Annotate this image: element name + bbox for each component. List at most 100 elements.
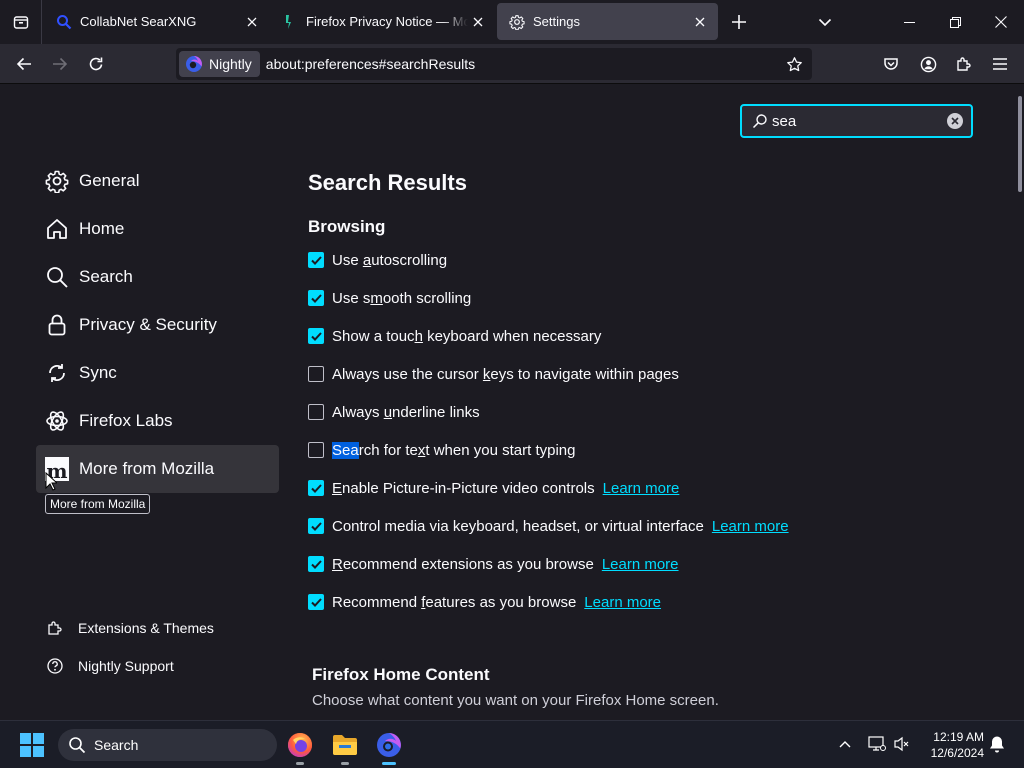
category-label: Search (79, 267, 133, 286)
volume-button[interactable] (891, 733, 913, 755)
url-text[interactable]: about:preferences#searchResults (266, 56, 780, 72)
smooth-scrolling-option[interactable]: Use smooth scrolling (308, 287, 471, 309)
option-label: Show a touch keyboard when necessary (332, 327, 602, 345)
find-as-you-type-option[interactable]: Search for text when you start typing (308, 439, 575, 461)
running-indicator (296, 762, 304, 765)
category-home[interactable]: Home (36, 205, 279, 253)
close-icon (995, 16, 1007, 28)
picture-in-picture-option[interactable]: Enable Picture-in-Picture video controls… (308, 477, 679, 499)
checkbox-unchecked[interactable] (308, 366, 324, 382)
mozilla-favicon-icon (282, 14, 298, 30)
checkbox-checked[interactable] (308, 594, 324, 610)
firefox-view-icon (13, 16, 28, 29)
close-icon[interactable] (242, 12, 262, 32)
firefox-view-button[interactable] (0, 0, 42, 44)
close-icon[interactable] (690, 12, 710, 32)
autoscroll-option[interactable]: Use autoscrolling (308, 249, 447, 271)
cursor-keys-option[interactable]: Always use the cursor keys to navigate w… (308, 363, 679, 385)
category-label: Sync (79, 363, 117, 382)
nightly-support-link[interactable]: Nightly Support (46, 654, 174, 678)
clock-date: 12/6/2024 (930, 746, 984, 760)
bookmark-star-button[interactable] (780, 50, 808, 78)
checkbox-checked[interactable] (308, 328, 324, 344)
checkbox-checked[interactable] (308, 480, 324, 496)
minimize-button[interactable] (886, 0, 932, 44)
taskbar-clock[interactable]: 12:19 AM 12/6/2024 (922, 729, 984, 761)
tab-title: Firefox Privacy Notice — Mozilla (306, 14, 468, 29)
chevron-down-icon (818, 18, 832, 27)
network-button[interactable] (866, 733, 888, 755)
option-label: Enable Picture-in-Picture video controls (332, 479, 595, 497)
media-control-option[interactable]: Control media via keyboard, headset, or … (308, 515, 789, 537)
learn-more-link[interactable]: Learn more (584, 594, 661, 611)
restore-icon (949, 16, 961, 28)
volume-muted-icon (894, 736, 909, 752)
arrow-right-icon (53, 57, 68, 71)
search-query[interactable]: sea (772, 113, 947, 130)
checkbox-checked[interactable] (308, 290, 324, 306)
notifications-button[interactable] (986, 733, 1008, 755)
windows-start-button[interactable] (20, 733, 44, 757)
option-label: Use autoscrolling (332, 251, 448, 269)
extensions-button[interactable] (950, 50, 978, 78)
checkbox-checked[interactable] (308, 556, 324, 572)
tab-title: Settings (533, 14, 580, 29)
lock-icon (44, 312, 70, 338)
url-bar[interactable]: Nightly about:preferences#searchResults (176, 48, 812, 80)
account-button[interactable] (914, 50, 942, 78)
new-tab-button[interactable] (726, 9, 752, 35)
learn-more-link[interactable]: Learn more (712, 518, 789, 535)
list-all-tabs-button[interactable] (812, 9, 838, 35)
back-button[interactable] (10, 50, 38, 78)
forward-button[interactable] (46, 50, 74, 78)
taskbar-nightly-button[interactable] (373, 729, 405, 765)
taskbar-firefox-button[interactable] (284, 729, 316, 765)
category-privacy[interactable]: Privacy & Security (36, 301, 279, 349)
learn-more-link[interactable]: Learn more (602, 556, 679, 573)
checkbox-checked[interactable] (308, 252, 324, 268)
touch-keyboard-option[interactable]: Show a touch keyboard when necessary (308, 325, 601, 347)
checkbox-unchecked[interactable] (308, 404, 324, 420)
category-sync[interactable]: Sync (36, 349, 279, 397)
identity-box[interactable]: Nightly (179, 51, 260, 77)
chevron-up-icon (839, 741, 851, 748)
bell-icon (990, 736, 1004, 753)
category-general[interactable]: General (36, 157, 279, 205)
gear-icon (44, 168, 70, 194)
restore-button[interactable] (932, 0, 978, 44)
running-indicator (341, 762, 349, 765)
taskbar-search-label: Search (94, 737, 139, 753)
close-icon[interactable] (468, 12, 488, 32)
category-label: Privacy & Security (79, 315, 217, 334)
learn-more-link[interactable]: Learn more (603, 480, 680, 497)
settings-search-input[interactable]: sea (740, 104, 973, 138)
checkbox-checked[interactable] (308, 518, 324, 534)
tab-privacy-notice[interactable]: Firefox Privacy Notice — Mozilla (270, 3, 496, 40)
tab-settings[interactable]: Settings (497, 3, 718, 40)
recommend-features-option[interactable]: Recommend features as you browse Learn m… (308, 591, 661, 613)
windows-taskbar: Search 12:19 AM 12/6/2024 (0, 720, 1024, 768)
close-window-button[interactable] (978, 0, 1024, 44)
scrollbar-thumb[interactable] (1018, 96, 1022, 192)
option-label: Always use the cursor keys to navigate w… (332, 365, 679, 383)
category-firefox-labs[interactable]: Firefox Labs (36, 397, 279, 445)
option-label: Search for text when you start typing (332, 441, 576, 459)
category-more-from-mozilla[interactable]: m More from Mozilla (36, 445, 279, 493)
reload-button[interactable] (82, 50, 110, 78)
underline-links-option[interactable]: Always underline links (308, 401, 480, 423)
pocket-button[interactable] (877, 50, 905, 78)
category-search[interactable]: Search (36, 253, 279, 301)
checkbox-unchecked[interactable] (308, 442, 324, 458)
app-menu-button[interactable] (986, 50, 1014, 78)
tab-searxng[interactable]: CollabNet SearXNG (44, 3, 270, 40)
show-hidden-icons-button[interactable] (834, 733, 856, 755)
puzzle-icon (957, 57, 971, 71)
clear-search-button[interactable] (947, 113, 963, 129)
search-icon (69, 737, 86, 754)
firefox-icon (288, 733, 312, 757)
recommend-extensions-option[interactable]: Recommend extensions as you browse Learn… (308, 553, 679, 575)
taskbar-file-explorer-button[interactable] (329, 729, 361, 765)
extensions-themes-link[interactable]: Extensions & Themes (46, 616, 214, 640)
taskbar-search-box[interactable]: Search (58, 729, 277, 761)
pocket-icon (884, 58, 898, 70)
